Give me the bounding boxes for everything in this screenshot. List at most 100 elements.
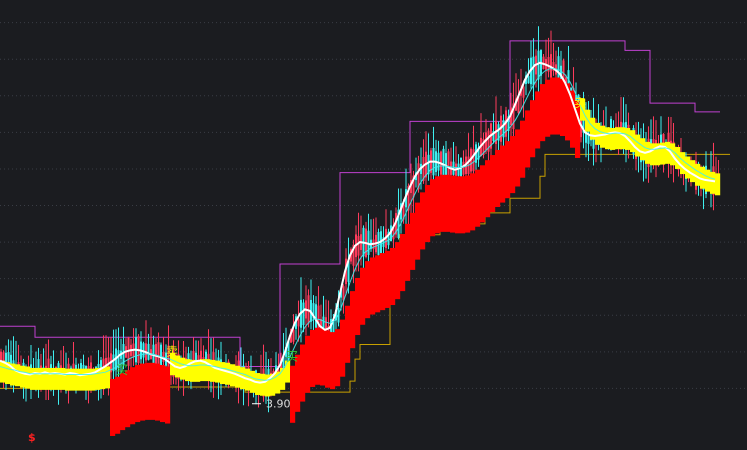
- ribbon-block: [620, 127, 626, 150]
- ribbon-block: [480, 165, 486, 223]
- ribbon-block: [640, 138, 646, 161]
- ribbon-block: [425, 185, 431, 243]
- ribbon-block: [340, 319, 346, 377]
- ribbon-block: [25, 366, 31, 389]
- signal-label: 卖: [166, 345, 178, 359]
- ribbon-block: [415, 202, 421, 260]
- ribbon-block: [110, 378, 116, 436]
- ribbon-block: [440, 174, 446, 232]
- ribbon-block: [140, 363, 146, 421]
- ribbon-block: [595, 122, 601, 145]
- ribbon-block: [495, 149, 501, 207]
- ribbon-block: [300, 344, 306, 402]
- ribbon-block: [60, 367, 66, 390]
- ribbon-block: [320, 328, 326, 386]
- ribbon-block: [540, 84, 546, 142]
- ribbon-block: [460, 176, 466, 234]
- ribbon-block: [635, 134, 641, 157]
- ribbon-block: [380, 253, 386, 311]
- ribbon-block: [275, 371, 281, 394]
- ribbon-block: [305, 335, 311, 393]
- ribbon-block: [445, 174, 451, 232]
- ribbon-block: [280, 367, 286, 390]
- ribbon-block: [475, 169, 481, 227]
- ribbon-block: [510, 136, 516, 194]
- ribbon-block: [210, 359, 216, 382]
- ribbon-block: [400, 234, 406, 292]
- ribbon-block: [605, 127, 611, 150]
- ribbon-block: [55, 367, 61, 390]
- ribbon-block: [335, 329, 341, 387]
- ribbon-block: [395, 242, 401, 300]
- ribbon-block: [535, 91, 541, 149]
- ribbon-block: [80, 368, 86, 391]
- ribbon-block: [710, 171, 716, 194]
- ribbon-block: [650, 143, 656, 166]
- ribbon-block: [100, 367, 106, 390]
- ribbon-block: [390, 247, 396, 306]
- ribbon-block: [515, 129, 521, 187]
- ribbon-block: [455, 176, 461, 234]
- candle-body: [292, 329, 295, 342]
- ribbon-block: [125, 370, 131, 428]
- ribbon-block: [375, 255, 381, 313]
- candle-body: [357, 235, 360, 256]
- ribbon-block: [450, 175, 456, 233]
- signal-label: 卖: [574, 96, 586, 110]
- ribbon-block: [530, 100, 536, 158]
- candle-body: [147, 343, 150, 360]
- ribbon-block: [75, 368, 81, 391]
- candle-body: [442, 148, 445, 178]
- ribbon-block: [260, 373, 266, 396]
- ribbon-block: [65, 368, 71, 391]
- ribbon-block: [345, 305, 351, 363]
- ribbon-block: [215, 360, 221, 383]
- ribbon-block: [0, 360, 6, 383]
- ribbon-block: [715, 173, 721, 196]
- ribbon-block: [325, 330, 331, 388]
- ribbon-block: [430, 179, 436, 237]
- signal-label: 买: [116, 363, 128, 377]
- ribbon-block: [195, 359, 201, 382]
- ribbon-block: [160, 365, 166, 423]
- candle-body: [317, 305, 320, 331]
- ribbon-block: [555, 77, 561, 135]
- ribbon-block: [20, 365, 26, 388]
- ribbon-block: [350, 291, 356, 349]
- ribbon-block: [310, 329, 316, 387]
- ribbon-block: [485, 160, 491, 218]
- ribbon-block: [360, 267, 366, 325]
- candle-body: [532, 56, 535, 86]
- ribbon-block: [370, 257, 376, 315]
- ribbon-block: [130, 367, 136, 425]
- ribbon-block: [435, 176, 441, 234]
- ribbon-block: [365, 261, 371, 319]
- ribbon-block: [610, 127, 616, 150]
- ribbon-block: [290, 365, 296, 423]
- corner-dollar-marker: $: [28, 431, 36, 444]
- candle-body: [302, 302, 305, 326]
- ribbon-block: [255, 373, 261, 396]
- ribbon-block: [680, 152, 686, 175]
- ribbon-block: [465, 175, 471, 233]
- ribbon-block: [30, 367, 36, 390]
- candle-body: [522, 86, 525, 98]
- low-price-label: 3.90: [266, 398, 291, 411]
- ribbon-block: [560, 78, 566, 137]
- ribbon-block: [50, 367, 56, 390]
- ribbon-block: [105, 366, 111, 389]
- candle-body: [297, 318, 300, 327]
- ribbon-block: [150, 362, 156, 420]
- ribbon-block: [120, 373, 126, 431]
- ribbon-block: [135, 365, 141, 423]
- ribbon-block: [155, 363, 161, 421]
- ribbon-block: [285, 360, 291, 383]
- ribbon-block: [600, 125, 606, 148]
- ribbon-block: [550, 77, 556, 135]
- ribbon-block: [665, 141, 671, 164]
- ribbon-block: [685, 156, 691, 179]
- ribbon-block: [525, 110, 531, 168]
- candle-body: [462, 161, 465, 175]
- ribbon-block: [330, 332, 336, 390]
- price-chart: 买卖 买卖 3.90 $: [0, 0, 747, 450]
